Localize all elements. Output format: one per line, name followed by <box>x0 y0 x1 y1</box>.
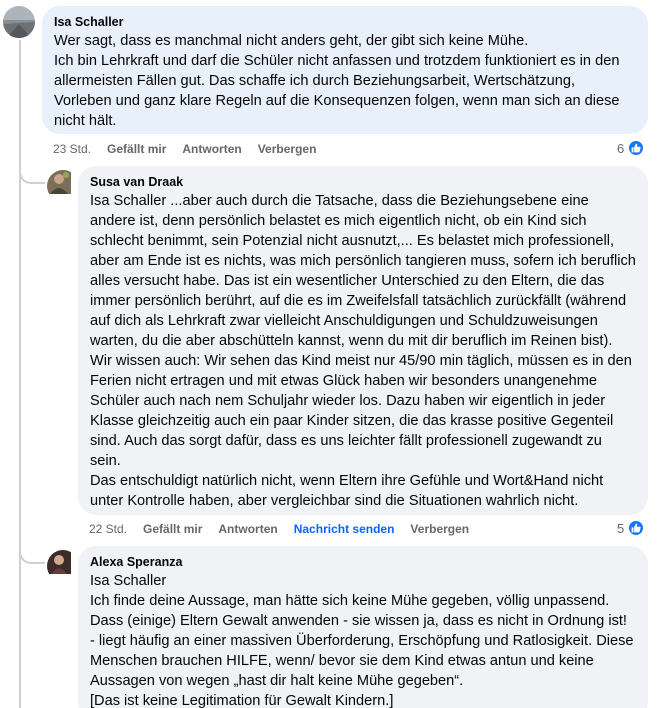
comment-actions: 22 Std. Gefällt mir Antworten Nachricht … <box>89 522 469 536</box>
avatar-landscape-icon <box>3 6 35 38</box>
avatar-susa-van-draak[interactable] <box>47 170 79 202</box>
thread-elbow <box>19 540 45 564</box>
comment-time[interactable]: 23 Std. <box>53 142 91 156</box>
thumbs-up-icon <box>627 139 646 157</box>
comment-author[interactable]: Isa Schaller <box>54 14 636 30</box>
thumbs-up-icon <box>627 519 646 537</box>
comment-text: Wer sagt, dass es manchmal nicht anders … <box>54 33 620 129</box>
reply-link[interactable]: Antworten <box>182 142 241 156</box>
comment-bubble: Alexa Speranza Isa Schaller Ich finde de… <box>78 546 648 708</box>
comment-bubble: Isa Schaller Wer sagt, dass es manchmal … <box>42 6 648 134</box>
comment-author[interactable]: Alexa Speranza <box>90 554 636 570</box>
hide-link[interactable]: Verbergen <box>410 522 469 536</box>
mention-link[interactable]: Isa Schaller <box>90 571 636 591</box>
mention-link[interactable]: Isa Schaller <box>90 193 166 209</box>
like-link[interactable]: Gefällt mir <box>143 522 202 536</box>
send-message-link[interactable]: Nachricht senden <box>294 522 395 536</box>
comment-body: ...aber auch durch die Tatsache, dass di… <box>90 193 636 509</box>
avatar-photo-icon <box>47 170 71 194</box>
avatar-photo-icon <box>47 550 71 574</box>
comment-text: Isa Schaller ...aber auch durch die Tats… <box>90 191 636 511</box>
reaction-count-value: 5 <box>617 520 625 536</box>
reply-link[interactable]: Antworten <box>218 522 277 536</box>
thread-line <box>19 40 21 708</box>
comment-actions: 23 Std. Gefällt mir Antworten Verbergen <box>53 142 316 156</box>
hide-link[interactable]: Verbergen <box>258 142 317 156</box>
comment-time[interactable]: 22 Std. <box>89 522 127 536</box>
thread-elbow <box>19 160 45 184</box>
avatar-alexa-speranza[interactable] <box>47 550 79 582</box>
avatar-isa-schaller[interactable] <box>3 6 35 38</box>
reaction-count[interactable]: 5 <box>617 519 646 537</box>
comment-text: Ich finde deine Aussage, man hätte sich … <box>90 593 634 708</box>
reaction-count-value: 6 <box>617 140 625 156</box>
like-link[interactable]: Gefällt mir <box>107 142 166 156</box>
comment-author[interactable]: Susa van Draak <box>90 174 636 190</box>
comment-bubble: Susa van Draak Isa Schaller ...aber auch… <box>78 166 648 515</box>
reaction-count[interactable]: 6 <box>617 139 646 157</box>
